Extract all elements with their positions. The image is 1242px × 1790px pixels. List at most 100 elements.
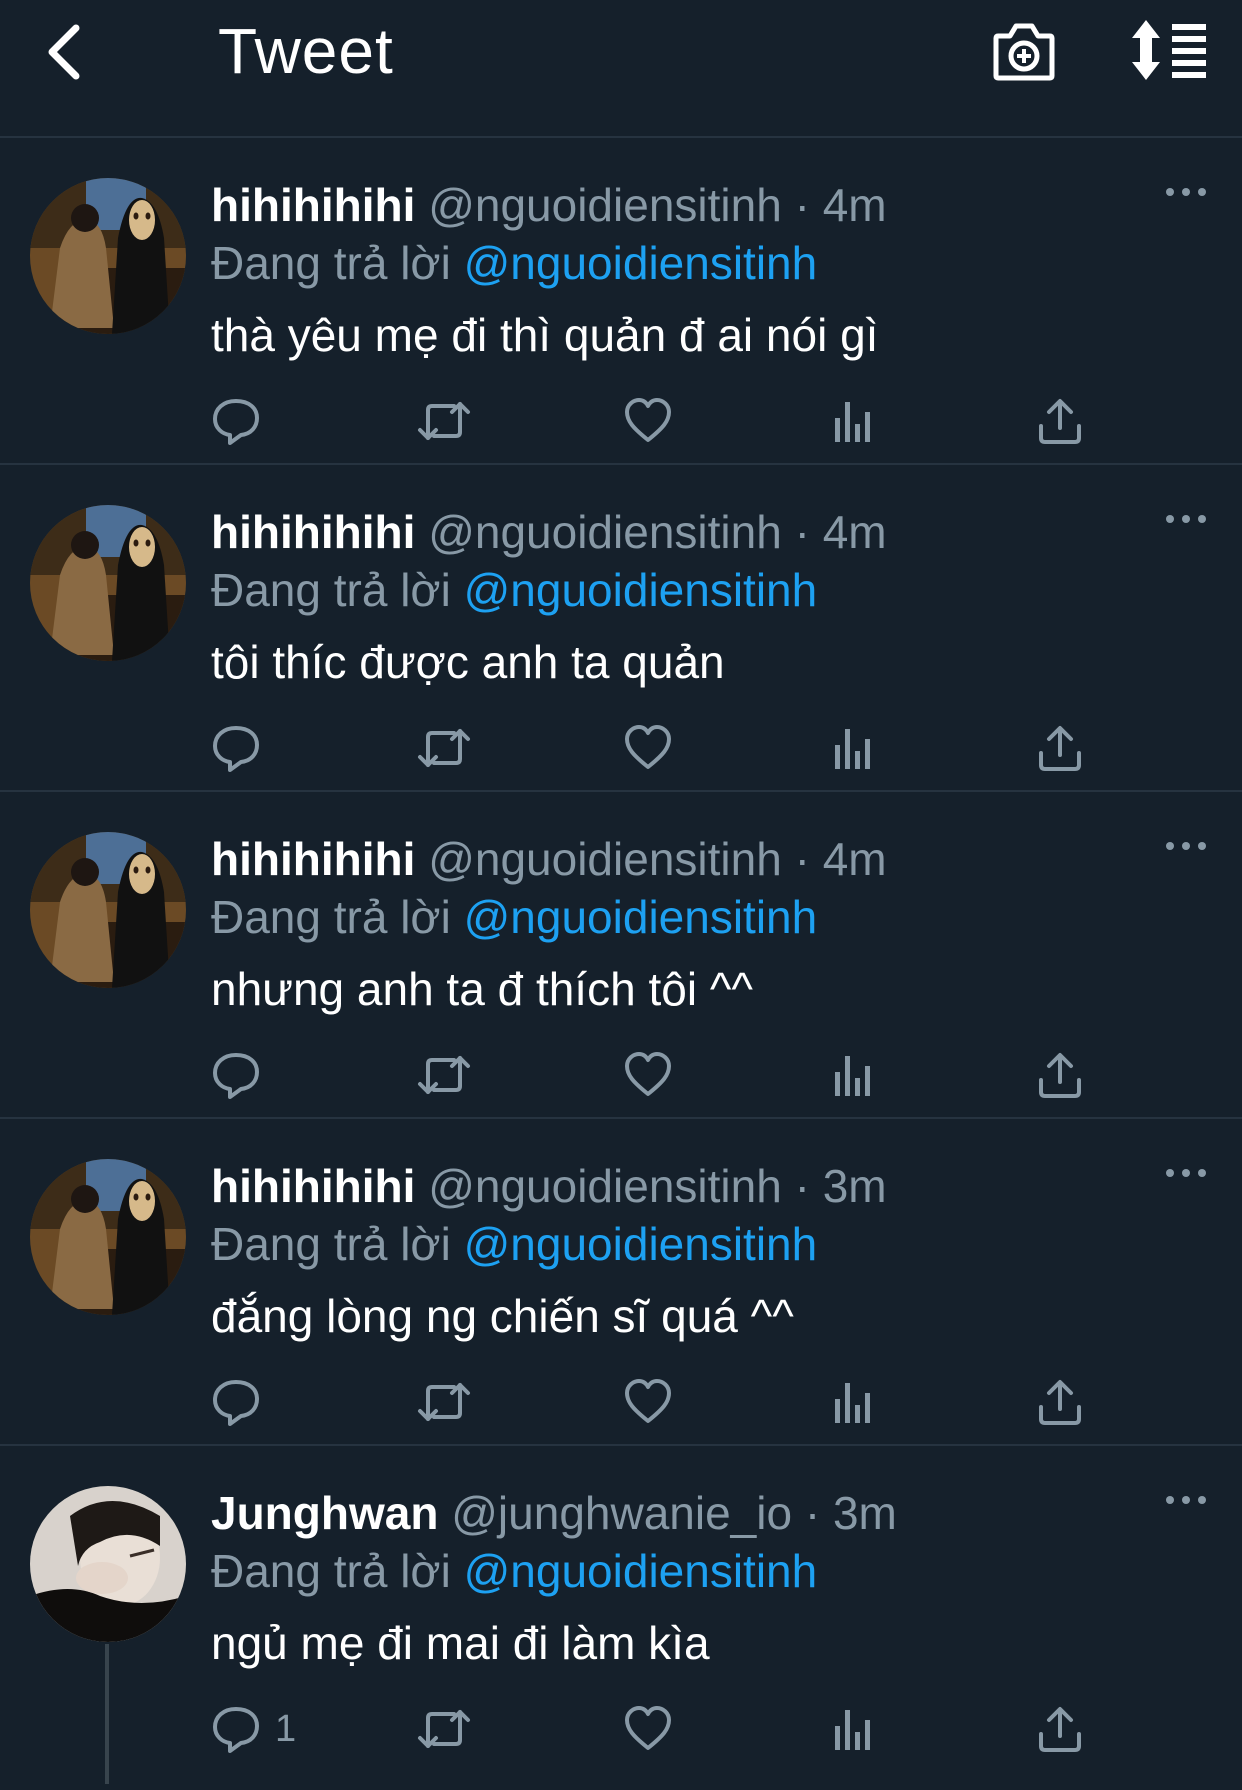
action-bar [211,1377,1111,1427]
timestamp: 4m [822,833,887,885]
tweet-card[interactable]: hihihihihi @nguoidiensitinh · 4m Đang tr… [0,792,1242,1119]
tweet-card[interactable]: Junghwan @junghwanie_io · 3m Đang trả lờ… [0,1446,1242,1784]
analytics-icon [835,1710,870,1750]
display-name[interactable]: hihihihihi [211,1160,415,1212]
reply-icon [213,1053,259,1099]
reply-icon [213,399,259,445]
analytics-icon [835,1056,870,1096]
timestamp: 3m [822,1160,887,1212]
like-button[interactable] [623,1377,673,1427]
camera-button[interactable] [992,18,1056,84]
tweet-card[interactable]: hihihihihi @nguoidiensitinh · 4m Đang tr… [0,138,1242,465]
reply-count: 1 [275,1707,297,1750]
user-handle: @nguoidiensitinh [428,179,782,231]
more-options-button[interactable] [1162,1490,1210,1510]
share-button[interactable] [1037,723,1083,773]
more-icon [1166,1496,1206,1504]
separator: · [794,506,810,558]
reply-button[interactable] [211,1050,275,1100]
reply-prefix: Đang trả lời [211,1545,451,1597]
camera-plus-icon [993,23,1055,81]
analytics-button[interactable] [833,1704,873,1754]
avatar[interactable] [30,1159,186,1315]
user-handle: @nguoidiensitinh [428,506,782,558]
back-icon [48,24,80,80]
reply-button[interactable]: 1 [211,1704,296,1754]
analytics-button[interactable] [833,1050,873,1100]
retweet-button[interactable] [416,1377,472,1427]
tweet-card[interactable]: hihihihihi @nguoidiensitinh · 4m Đang tr… [0,465,1242,792]
share-button[interactable] [1037,396,1083,446]
more-icon [1166,515,1206,523]
retweet-button[interactable] [416,723,472,773]
tweet-card[interactable]: hihihihihi @nguoidiensitinh · 3m Đang tr… [0,1119,1242,1446]
top-bar: Tweet [0,0,1242,138]
reply-button[interactable] [211,1377,275,1427]
reply-button[interactable] [211,396,275,446]
retweet-icon [418,1056,470,1094]
analytics-button[interactable] [833,723,873,773]
display-name[interactable]: hihihihihi [211,506,415,558]
like-button[interactable] [623,1050,673,1100]
action-bar [211,1050,1111,1100]
retweet-button[interactable] [416,396,472,446]
page-title: Tweet [218,15,394,87]
more-icon [1166,842,1206,850]
separator: · [794,1160,810,1212]
avatar[interactable] [30,1486,186,1642]
more-options-button[interactable] [1162,1163,1210,1183]
share-icon [1039,399,1081,444]
analytics-icon [835,402,870,442]
avatar[interactable] [30,505,186,661]
display-name[interactable]: hihihihihi [211,833,415,885]
more-options-button[interactable] [1162,509,1210,529]
share-button[interactable] [1037,1377,1083,1427]
reply-prefix: Đang trả lời [211,891,451,943]
like-button[interactable] [623,396,673,446]
share-icon [1039,1380,1081,1425]
retweet-icon [418,729,470,767]
reply-mention-link[interactable]: @nguoidiensitinh [464,1218,818,1270]
more-options-button[interactable] [1162,836,1210,856]
share-icon [1039,1707,1081,1752]
analytics-button[interactable] [833,1377,873,1427]
display-name[interactable]: Junghwan [211,1487,438,1539]
analytics-button[interactable] [833,396,873,446]
display-name[interactable]: hihihihihi [211,179,415,231]
back-button[interactable] [42,22,92,82]
retweet-icon [418,1383,470,1421]
tweet-text: nhưng anh ta đ thích tôi ^^ [211,963,753,1015]
retweet-icon [418,1710,470,1748]
user-handle: @nguoidiensitinh [428,833,782,885]
retweet-button[interactable] [416,1050,472,1100]
action-bar: 1 [211,1704,1111,1754]
share-button[interactable] [1037,1704,1083,1754]
reply-mention-link[interactable]: @nguoidiensitinh [464,237,818,289]
timestamp: 4m [822,506,887,558]
share-button[interactable] [1037,1050,1083,1100]
tweet-text: tôi thíc được anh ta quản [211,636,725,688]
like-button[interactable] [623,723,673,773]
retweet-button[interactable] [416,1704,472,1754]
reply-mention-link[interactable]: @nguoidiensitinh [464,564,818,616]
avatar[interactable] [30,832,186,988]
retweet-icon [418,402,470,440]
more-options-button[interactable] [1162,182,1210,202]
action-bar [211,396,1111,446]
like-button[interactable] [623,1704,673,1754]
tweet-text: đắng lòng ng chiến sĩ quá ^^ [211,1290,794,1342]
timestamp: 3m [832,1487,897,1539]
reply-icon [213,1380,259,1426]
reply-mention-link[interactable]: @nguoidiensitinh [464,1545,818,1597]
reply-icon [213,726,259,772]
sort-button[interactable] [1130,18,1208,84]
user-handle: @junghwanie_io [451,1487,793,1539]
reply-icon [213,1707,259,1753]
reply-mention-link[interactable]: @nguoidiensitinh [464,891,818,943]
action-bar [211,723,1111,773]
heart-icon [625,1706,671,1750]
avatar[interactable] [30,178,186,334]
more-icon [1166,188,1206,196]
reply-button[interactable] [211,723,275,773]
sort-icon [1132,20,1206,80]
